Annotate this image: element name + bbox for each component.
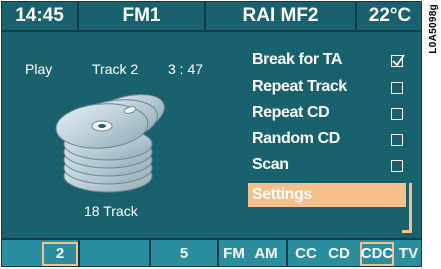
status-bar: 14:45 FM1 RAI MF2 22°C — [2, 2, 421, 32]
softkey-tv[interactable]: TV — [394, 240, 421, 266]
radio-display: 14:45 FM1 RAI MF2 22°C Play Track 2 3 : … — [1, 1, 422, 267]
figure-code: L0A5098g — [428, 4, 439, 54]
scan-checkbox[interactable] — [391, 160, 403, 172]
track-count: 18 Track — [84, 203, 138, 219]
softkey-5[interactable]: 5 — [151, 240, 217, 266]
divider — [78, 240, 80, 266]
menu-item-break-for-ta[interactable]: Break for TA — [252, 50, 342, 70]
softkey-bar: 2 5 FM AM CC CD CDC TV — [2, 238, 421, 266]
menu-item-repeat-track[interactable]: Repeat Track — [252, 77, 347, 97]
play-mode: Play — [25, 61, 53, 77]
station-name: RAI MF2 — [242, 5, 319, 26]
break-for-ta-checkbox[interactable] — [391, 54, 405, 67]
track-number: Track 2 — [92, 61, 139, 77]
repeat-track-checkbox[interactable] — [391, 82, 403, 94]
softkey-2[interactable]: 2 — [42, 240, 78, 266]
band-indicator: FM1 — [122, 5, 161, 26]
softkey-cdc[interactable]: CDC — [360, 240, 394, 266]
random-cd-checkbox[interactable] — [391, 134, 403, 146]
menu-item-repeat-cd[interactable]: Repeat CD — [252, 103, 330, 123]
softkey-cd[interactable]: CD — [322, 240, 356, 266]
repeat-cd-checkbox[interactable] — [391, 108, 403, 120]
softkey-am[interactable]: AM — [249, 240, 283, 266]
scrollbar[interactable] — [409, 183, 412, 233]
cd-stack-icon — [50, 76, 170, 200]
elapsed-time: 3 : 47 — [168, 61, 204, 77]
settings-label: Settings — [252, 186, 312, 203]
softkey-fm[interactable]: FM — [219, 240, 249, 266]
divider — [286, 240, 288, 266]
menu-item-random-cd[interactable]: Random CD — [252, 129, 340, 149]
checkmark-icon — [392, 54, 405, 67]
softkey-cc[interactable]: CC — [290, 240, 322, 266]
scrollbar-end — [402, 230, 412, 233]
menu-item-settings[interactable]: Settings — [248, 183, 406, 207]
menu-item-scan[interactable]: Scan — [252, 155, 289, 175]
clock: 14:45 — [15, 5, 64, 26]
temperature: 22°C — [368, 5, 412, 26]
